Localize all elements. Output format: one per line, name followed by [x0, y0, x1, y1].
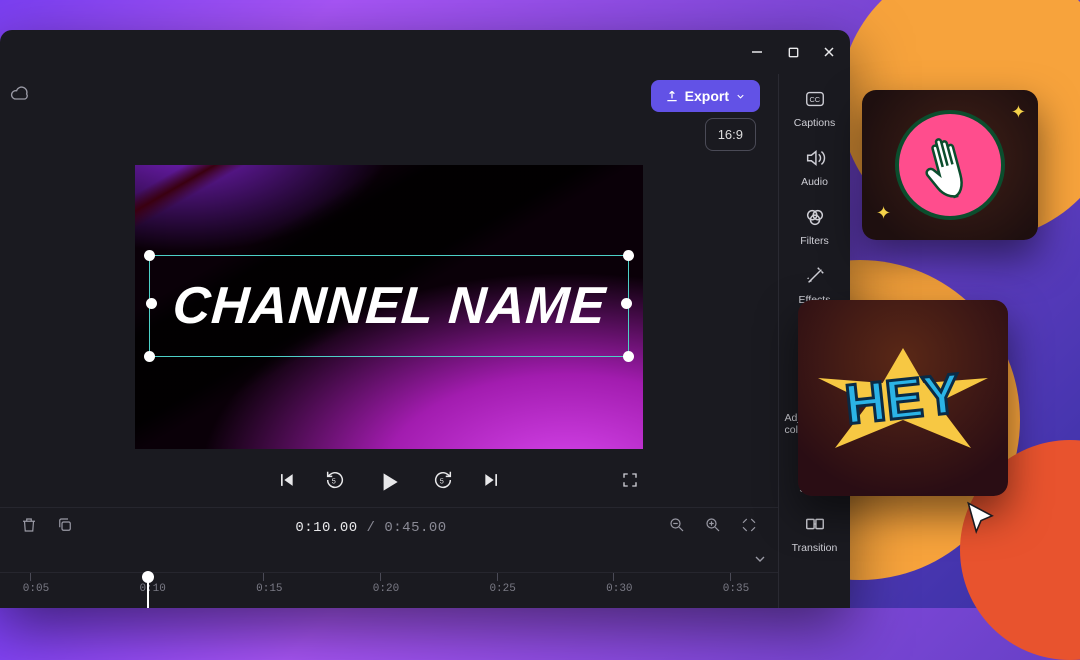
- side-panel-cc[interactable]: CC Captions: [785, 82, 845, 135]
- timecode: 0:10.00 / 0:45.00: [295, 520, 446, 536]
- filters-icon: [804, 206, 826, 231]
- titlebar: [0, 30, 850, 74]
- ruler-tick-label: 0:35: [720, 583, 752, 595]
- aspect-ratio-button[interactable]: 16:9: [705, 118, 756, 151]
- hey-sticker-text: HEY: [842, 360, 963, 437]
- sparkle-icon: ✦: [1011, 102, 1026, 123]
- resize-handle-l[interactable]: [146, 298, 157, 309]
- editor-topbar: Export: [0, 74, 778, 118]
- duplicate-icon[interactable]: [56, 516, 74, 539]
- ruler-tick-label: 0:25: [487, 583, 519, 595]
- export-button[interactable]: Export: [651, 80, 760, 112]
- transport-controls: 5 5: [135, 449, 643, 507]
- cursor-icon: [962, 500, 1000, 538]
- resize-handle-br[interactable]: [623, 351, 634, 362]
- side-panel-label: Captions: [794, 117, 835, 129]
- window-minimize-button[interactable]: [750, 45, 764, 59]
- svg-text:5: 5: [440, 476, 444, 485]
- collapse-timeline-icon[interactable]: [752, 551, 768, 572]
- rewind-5-icon[interactable]: 5: [324, 469, 346, 496]
- app-window: Export 16:9 CHANNEL NAME: [0, 30, 850, 608]
- preview-canvas[interactable]: CHANNEL NAME: [135, 165, 643, 449]
- resize-handle-tl[interactable]: [144, 250, 155, 261]
- fullscreen-icon[interactable]: [621, 471, 639, 494]
- sticker-thumbnail-hand[interactable]: ✦ ✦: [862, 90, 1038, 240]
- cloud-sync-icon[interactable]: [10, 84, 30, 109]
- resize-handle-tr[interactable]: [623, 250, 634, 261]
- hand-sticker-graphic: [895, 110, 1005, 220]
- timeline-toolbar: 0:10.00 / 0:45.00: [0, 507, 778, 547]
- sparkle-icon: ✦: [876, 203, 891, 224]
- window-close-button[interactable]: [822, 45, 836, 59]
- svg-text:CC: CC: [809, 95, 820, 104]
- timeline-ruler[interactable]: 0:05 0:10 0:15 0:20 0:25 0:30 0:35: [0, 572, 778, 608]
- ruler-tick-label: 0:05: [20, 583, 52, 595]
- timecode-duration: 0:45.00: [384, 520, 446, 536]
- export-button-label: Export: [685, 88, 729, 104]
- effects-icon: [804, 265, 826, 290]
- ruler-tick-label: 0:30: [603, 583, 635, 595]
- aspect-ratio-label: 16:9: [718, 127, 743, 142]
- timecode-current: 0:10.00: [295, 520, 357, 536]
- cc-icon: CC: [804, 88, 826, 113]
- side-panel-label: Transition: [792, 542, 838, 554]
- title-text[interactable]: CHANNEL NAME: [170, 276, 607, 336]
- ruler-tick-label: 0:15: [253, 583, 285, 595]
- forward-5-icon[interactable]: 5: [432, 469, 454, 496]
- zoom-out-icon[interactable]: [668, 516, 686, 539]
- text-selection-box[interactable]: CHANNEL NAME: [149, 255, 629, 357]
- playhead[interactable]: [147, 573, 149, 608]
- resize-handle-r[interactable]: [621, 298, 632, 309]
- side-panel-label: Audio: [801, 176, 828, 188]
- side-panel-audio[interactable]: Audio: [785, 141, 845, 194]
- ruler-tick-label: 0:10: [137, 583, 169, 595]
- zoom-fit-icon[interactable]: [740, 516, 758, 539]
- hand-icon: [908, 123, 992, 207]
- upload-icon: [665, 89, 679, 103]
- play-button[interactable]: [374, 467, 404, 497]
- skip-end-icon[interactable]: [482, 470, 502, 495]
- audio-icon: [804, 147, 826, 172]
- window-maximize-button[interactable]: [786, 45, 800, 59]
- skip-start-icon[interactable]: [276, 470, 296, 495]
- resize-handle-bl[interactable]: [144, 351, 155, 362]
- transition-icon: [804, 513, 826, 538]
- ruler-tick-label: 0:20: [370, 583, 402, 595]
- trash-icon[interactable]: [20, 516, 38, 539]
- zoom-in-icon[interactable]: [704, 516, 722, 539]
- svg-text:5: 5: [332, 476, 336, 485]
- side-panel-transition[interactable]: Transition: [785, 507, 845, 560]
- chevron-down-icon: [735, 91, 746, 102]
- side-panel-filters[interactable]: Filters: [785, 200, 845, 253]
- sticker-thumbnail-hey[interactable]: HEY: [798, 300, 1008, 496]
- side-panel-label: Filters: [800, 235, 829, 247]
